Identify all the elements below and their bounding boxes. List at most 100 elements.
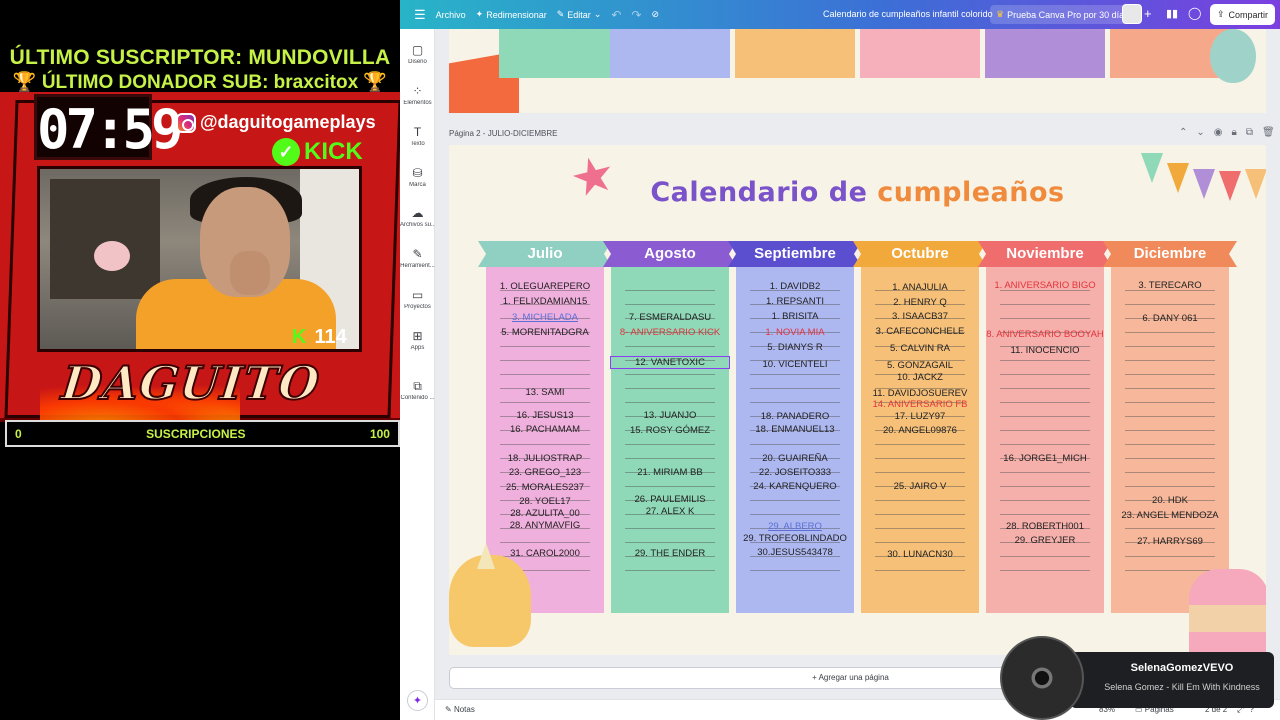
birthday-entry[interactable]: 11. INOCENCIO: [986, 345, 1104, 356]
birthday-entry[interactable]: 18. PANADERO: [736, 411, 854, 422]
sidebar-item-draw[interactable]: ✎ Herramient...: [400, 247, 435, 269]
birthday-entry[interactable]: 30. LUNACN30: [861, 549, 979, 560]
edit-dropdown[interactable]: ✎ Editar ⌄: [557, 9, 602, 20]
sidebar-item-elements[interactable]: ⁘ Elementos: [400, 84, 435, 106]
birthday-entry[interactable]: 23. ANGEL MENDOZA: [1111, 510, 1229, 521]
page-2[interactable]: Calendario de cumpleaños Julio 1. OLEGUAR…: [449, 145, 1266, 655]
birthday-entry[interactable]: 25. JAIRO V: [861, 481, 979, 492]
birthday-entry[interactable]: 3. TERECARO: [1111, 280, 1229, 291]
cloud-sync-icon[interactable]: ⊘: [651, 9, 659, 20]
birthday-entry[interactable]: 1. OLEGUAREPERO: [486, 281, 604, 292]
birthday-entry[interactable]: 7. ESMERALDASU: [611, 312, 729, 323]
birthday-entry[interactable]: 20. HDK: [1111, 495, 1229, 506]
birthday-entry[interactable]: 5. DIANYS R: [736, 342, 854, 353]
birthday-entry[interactable]: 3. MICHELADA: [486, 312, 604, 323]
birthday-entry[interactable]: 8. ANIVERSARIO BOOYAH: [986, 329, 1104, 340]
birthday-entry[interactable]: 2. HENRY Q: [861, 297, 979, 308]
birthday-entry[interactable]: 1. NOVIA MIA: [736, 327, 854, 338]
birthday-entry[interactable]: 27. HARRYS69: [1111, 536, 1229, 547]
birthday-entry[interactable]: 20. GUAIREÑA: [736, 453, 854, 464]
chevron-up-icon[interactable]: ⌃: [1179, 127, 1187, 138]
month-header[interactable]: Septiembre: [728, 241, 862, 267]
birthday-entry[interactable]: 1. ANIVERSARIO BIGO: [986, 280, 1104, 291]
eye-icon[interactable]: ◉: [1214, 127, 1223, 138]
birthday-entry[interactable]: 21. MIRIAM BB: [611, 467, 729, 478]
page-1[interactable]: [449, 29, 1266, 113]
sidebar-item-layout[interactable]: ▢ Diseño: [400, 43, 435, 65]
birthday-entry[interactable]: 28. YOEL17: [486, 496, 604, 507]
user-avatar[interactable]: [1122, 4, 1142, 24]
birthday-entry[interactable]: 8- ANIVERSARIO KICK: [611, 327, 729, 338]
birthday-entry[interactable]: 16. PACHAMAM: [486, 424, 604, 435]
comment-icon[interactable]: ◯: [1188, 6, 1201, 20]
month-column-agosto[interactable]: Agosto 7. ESMERALDASU 8- ANIVERSARIO KICK 1…: [603, 241, 737, 613]
birthday-entry[interactable]: 22. JOSEITO333: [736, 467, 854, 478]
birthday-entry[interactable]: 1. REPSANTI: [736, 296, 854, 307]
sidebar-item-apps[interactable]: ⊞ Apps: [400, 329, 435, 351]
birthday-entry[interactable]: 29. TROFEOBLINDADO: [736, 533, 854, 544]
birthday-entry[interactable]: 1. FELIXDAMIAN15: [486, 296, 604, 307]
birthday-entry[interactable]: 29. ALBERO: [736, 521, 854, 532]
birthday-entry[interactable]: 13. JUANJO: [611, 410, 729, 421]
birthday-entry[interactable]: 1. ANAJULIA: [861, 282, 979, 293]
birthday-entry[interactable]: 13. SAMI: [486, 387, 604, 398]
birthday-entry[interactable]: 3. CAFECONCHELE: [861, 326, 979, 337]
pro-trial-button[interactable]: ♛ Prueba Canva Pro por 30 días: [990, 5, 1135, 24]
sidebar-item-brand[interactable]: ⛁ Marca: [400, 166, 435, 188]
birthday-entry[interactable]: 5. GONZAGAIL: [861, 360, 979, 371]
birthday-entry[interactable]: 29. THE ENDER: [611, 548, 729, 559]
birthday-entry[interactable]: 28. ROBERTH001: [986, 521, 1104, 532]
birthday-entry[interactable]: 12. VANETOXIC: [610, 356, 730, 369]
chevron-down-icon[interactable]: ⌄: [1196, 127, 1204, 138]
birthday-entry[interactable]: 30.JESUS543478: [736, 547, 854, 558]
birthday-entry[interactable]: 11. DAVIDJOSUEREV: [861, 388, 979, 399]
month-header[interactable]: Agosto: [603, 241, 737, 267]
month-column-septiembre[interactable]: Septiembre 1. DAVIDB2 1. REPSANTI 1. BRISIT…: [728, 241, 862, 613]
birthday-entry[interactable]: 1. BRISITA: [736, 311, 854, 322]
birthday-entry[interactable]: 14. ANIVERSARIO FB: [861, 399, 979, 410]
birthday-entry[interactable]: 17. LUZY97: [861, 411, 979, 422]
sidebar-item-uploads[interactable]: ☁ Archivos su...: [400, 206, 435, 228]
undo-icon[interactable]: ↶: [611, 8, 621, 22]
notes-button[interactable]: ✎ Notas: [445, 705, 475, 714]
birthday-entry[interactable]: 20. ANGEL09876: [861, 425, 979, 436]
month-header[interactable]: Octubre: [853, 241, 987, 267]
birthday-entry[interactable]: 5. CALVIN RA: [861, 343, 979, 354]
birthday-entry[interactable]: 15. ROSY GÓMEZ: [611, 425, 729, 436]
month-header[interactable]: Julio: [478, 241, 612, 267]
month-column-noviembre[interactable]: Noviembre 1. ANIVERSARIO BIGO 8. ANIVERSAR…: [978, 241, 1112, 613]
birthday-entry[interactable]: 18. JULIOSTRAP: [486, 453, 604, 464]
birthday-entry[interactable]: 16. JESUS13: [486, 410, 604, 421]
magic-assistant-icon[interactable]: ✦: [407, 690, 428, 711]
redo-icon[interactable]: ↷: [631, 8, 641, 22]
file-menu[interactable]: Archivo: [436, 10, 466, 20]
birthday-entry[interactable]: 16. JORGE1_MICH: [986, 453, 1104, 464]
birthday-entry[interactable]: 18. ENMANUEL13: [736, 424, 854, 435]
menu-icon[interactable]: ☰: [414, 7, 426, 23]
sidebar-item-projects[interactable]: ▭ Proyectos: [400, 288, 435, 310]
resize-button[interactable]: ✦ Redimensionar: [476, 9, 547, 20]
document-title[interactable]: Calendario de cumpleaños infantil colori…: [823, 9, 993, 19]
birthday-entry[interactable]: 28. AZULITA_00: [486, 508, 604, 519]
analytics-icon[interactable]: ▮▮: [1166, 7, 1178, 20]
birthday-entry[interactable]: 1. DAVIDB2: [736, 281, 854, 292]
lock-icon[interactable]: 🔒︎: [1232, 127, 1237, 138]
birthday-entry[interactable]: 5. MORENITADGRA: [486, 327, 604, 338]
birthday-entry[interactable]: 27. ALEX K: [611, 506, 729, 517]
birthday-entry[interactable]: 26. PAULEMILIS: [611, 494, 729, 505]
birthday-entry[interactable]: 25. MORALES237: [486, 482, 604, 493]
month-column-diciembre[interactable]: Diciembre 3. TERECARO 6. DANY 061 20. HDK 23…: [1103, 241, 1237, 613]
birthday-entry[interactable]: 3. ISAACB37: [861, 311, 979, 322]
calendar-title[interactable]: Calendario de cumpleaños: [449, 177, 1266, 208]
duplicate-icon[interactable]: ⧉: [1246, 127, 1253, 138]
birthday-entry[interactable]: 29. GREYJER: [986, 535, 1104, 546]
sidebar-item-content[interactable]: ⧉ Contenido ...: [400, 379, 435, 401]
sidebar-item-text[interactable]: T Texto: [400, 125, 435, 147]
month-header[interactable]: Noviembre: [978, 241, 1112, 267]
month-column-octubre[interactable]: Octubre 1. ANAJULIA 2. HENRY Q 3. ISAACB37 3…: [853, 241, 987, 613]
birthday-entry[interactable]: 6. DANY 061: [1111, 313, 1229, 324]
month-header[interactable]: Diciembre: [1103, 241, 1237, 267]
birthday-entry[interactable]: 10. JACKZ: [861, 372, 979, 383]
birthday-entry[interactable]: 28. ANYMAVFIG: [486, 520, 604, 531]
plus-icon[interactable]: +: [1144, 6, 1152, 21]
